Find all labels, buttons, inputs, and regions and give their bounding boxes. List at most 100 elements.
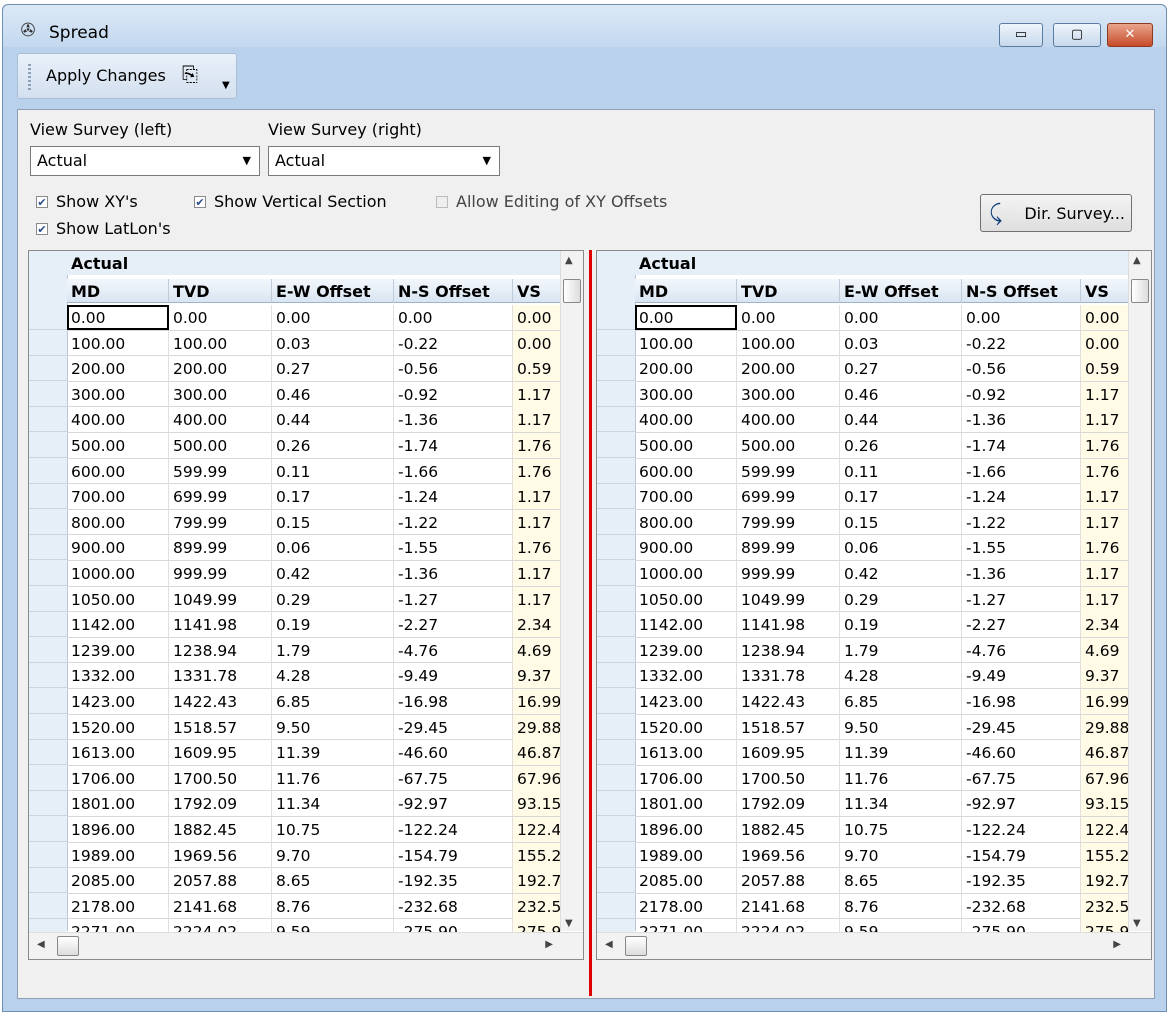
cell-tvd[interactable]: 1882.45 <box>169 817 272 842</box>
cell-vs[interactable]: 2.34 <box>1081 612 1129 638</box>
scroll-right-icon[interactable]: ▶ <box>545 939 553 950</box>
table-row[interactable]: 700.00 699.99 0.17 -1.24 1.17 <box>29 484 561 510</box>
cell-tvd[interactable]: 1518.57 <box>737 714 840 740</box>
cell-tvd[interactable]: 1141.98 <box>169 612 272 638</box>
show-vertical-section-checkbox[interactable]: ✔ Show Vertical Section <box>194 192 387 211</box>
cell-vs[interactable]: 1.17 <box>1081 407 1129 433</box>
cell-tvd[interactable]: 1141.98 <box>737 612 840 638</box>
cell-vs[interactable]: 46.87 <box>1081 740 1129 766</box>
cell-tvd[interactable]: 1238.94 <box>737 637 840 663</box>
row-header[interactable] <box>597 561 635 586</box>
cell-md[interactable]: 2178.00 <box>635 893 737 919</box>
cell-ns-offset[interactable]: -1.74 <box>962 433 1081 458</box>
cell-md[interactable]: 1801.00 <box>635 791 737 817</box>
cell-ns-offset[interactable]: -1.22 <box>394 509 513 535</box>
table-row[interactable]: 300.00 300.00 0.46 -0.92 1.17 <box>29 381 561 408</box>
cell-md[interactable]: 400.00 <box>635 407 737 433</box>
cell-vs[interactable]: 1.17 <box>513 561 561 586</box>
table-row[interactable]: 1520.00 1518.57 9.50 -29.45 29.88 <box>29 714 561 741</box>
cell-md[interactable]: 1142.00 <box>635 612 737 638</box>
cell-tvd[interactable]: 1422.43 <box>169 689 272 714</box>
table-row[interactable]: 800.00 799.99 0.15 -1.22 1.17 <box>29 509 561 536</box>
cell-ns-offset[interactable]: -2.27 <box>962 612 1081 638</box>
table-row[interactable]: 1050.00 1049.99 0.29 -1.27 1.17 <box>29 586 561 613</box>
cell-vs[interactable]: 155.2 <box>1081 842 1129 868</box>
cell-vs[interactable]: 93.15 <box>513 791 561 817</box>
show-latlon-checkbox[interactable]: ✔ Show LatLon's <box>36 219 171 238</box>
cell-vs[interactable]: 1.17 <box>513 407 561 433</box>
cell-ew-offset[interactable]: 8.76 <box>840 893 962 919</box>
cell-vs[interactable]: 1.17 <box>1081 561 1129 586</box>
cell-md[interactable]: 1332.00 <box>67 663 169 689</box>
scroll-up-icon[interactable]: ▲ <box>565 255 573 266</box>
table-row[interactable]: 900.00 899.99 0.06 -1.55 1.76 <box>29 535 561 561</box>
row-header[interactable] <box>597 305 635 330</box>
cell-md[interactable]: 2178.00 <box>67 893 169 919</box>
cell-vs[interactable]: 16.99 <box>513 689 561 714</box>
cell-ew-offset[interactable]: 0.15 <box>272 509 394 535</box>
row-header[interactable] <box>597 407 635 433</box>
table-row[interactable]: 1423.00 1422.43 6.85 -16.98 16.99 <box>597 689 1129 715</box>
cell-ns-offset[interactable]: -0.56 <box>962 356 1081 382</box>
cell-md[interactable]: 300.00 <box>67 381 169 407</box>
cell-tvd[interactable]: 699.99 <box>169 484 272 510</box>
cell-ns-offset[interactable]: -1.27 <box>962 586 1081 612</box>
table-row[interactable]: 2085.00 2057.88 8.65 -192.35 192.7 <box>29 868 561 894</box>
column-header-tvd[interactable]: TVD <box>737 279 840 303</box>
cell-ew-offset[interactable]: 0.19 <box>272 612 394 638</box>
cell-tvd[interactable]: 500.00 <box>737 433 840 458</box>
table-row[interactable]: 1520.00 1518.57 9.50 -29.45 29.88 <box>597 714 1129 741</box>
cell-tvd[interactable]: 2141.68 <box>737 893 840 919</box>
table-row[interactable]: 1142.00 1141.98 0.19 -2.27 2.34 <box>29 612 561 638</box>
cell-tvd[interactable]: 0.00 <box>169 305 272 330</box>
row-header[interactable] <box>597 433 635 458</box>
row-header[interactable] <box>29 765 67 791</box>
cell-ns-offset[interactable]: -92.97 <box>962 791 1081 817</box>
cell-tvd[interactable]: 2057.88 <box>737 868 840 894</box>
row-header[interactable] <box>597 740 635 766</box>
cell-md[interactable]: 500.00 <box>67 433 169 458</box>
scroll-thumb[interactable] <box>1131 279 1149 303</box>
table-row[interactable]: 500.00 500.00 0.26 -1.74 1.76 <box>29 433 561 459</box>
cell-ew-offset[interactable]: 4.28 <box>840 663 962 689</box>
cell-tvd[interactable]: 1422.43 <box>737 689 840 714</box>
row-header[interactable] <box>597 842 635 868</box>
view-survey-right-select[interactable]: Actual ▼ <box>268 146 500 176</box>
cell-ns-offset[interactable]: -1.55 <box>962 535 1081 561</box>
cell-ew-offset[interactable]: 1.79 <box>840 637 962 663</box>
cell-md[interactable]: 400.00 <box>67 407 169 433</box>
cell-md[interactable]: 1801.00 <box>67 791 169 817</box>
cell-ns-offset[interactable]: -0.92 <box>394 381 513 407</box>
cell-tvd[interactable]: 1609.95 <box>737 740 840 766</box>
cell-ns-offset[interactable]: -192.35 <box>962 868 1081 894</box>
cell-vs[interactable]: 1.17 <box>513 586 561 612</box>
table-row[interactable]: 200.00 200.00 0.27 -0.56 0.59 <box>29 356 561 382</box>
cell-md[interactable]: 1613.00 <box>67 740 169 766</box>
cell-md[interactable]: 1520.00 <box>635 714 737 740</box>
column-header-ns-offset[interactable]: N-S Offset <box>962 279 1081 303</box>
row-header[interactable] <box>29 689 67 714</box>
horizontal-scrollbar[interactable]: ◀ ▶ <box>29 932 583 959</box>
cell-ns-offset[interactable]: -1.36 <box>394 561 513 586</box>
cell-ew-offset[interactable]: 10.75 <box>272 817 394 842</box>
cell-ns-offset[interactable]: -16.98 <box>394 689 513 714</box>
row-header[interactable] <box>597 356 635 382</box>
row-header[interactable] <box>597 765 635 791</box>
table-row[interactable]: 1239.00 1238.94 1.79 -4.76 4.69 <box>29 637 561 664</box>
cell-vs[interactable]: 192.7 <box>513 868 561 894</box>
cell-ew-offset[interactable]: 0.27 <box>840 356 962 382</box>
table-row[interactable]: 800.00 799.99 0.15 -1.22 1.17 <box>597 509 1129 536</box>
column-header-ew-offset[interactable]: E-W Offset <box>272 279 394 303</box>
cell-ns-offset[interactable]: -1.36 <box>394 407 513 433</box>
cell-md[interactable]: 1423.00 <box>67 689 169 714</box>
table-row[interactable]: 1801.00 1792.09 11.34 -92.97 93.15 <box>29 791 561 817</box>
row-header[interactable] <box>597 612 635 638</box>
row-header[interactable] <box>29 433 67 458</box>
apply-changes-icon[interactable]: ⎘ <box>182 62 198 86</box>
cell-vs[interactable]: 29.88 <box>513 714 561 740</box>
cell-tvd[interactable]: 899.99 <box>737 535 840 561</box>
cell-ew-offset[interactable]: 11.76 <box>272 765 394 791</box>
cell-ew-offset[interactable]: 8.76 <box>272 893 394 919</box>
cell-tvd[interactable]: 100.00 <box>169 330 272 356</box>
table-row[interactable]: 1613.00 1609.95 11.39 -46.60 46.87 <box>597 740 1129 766</box>
